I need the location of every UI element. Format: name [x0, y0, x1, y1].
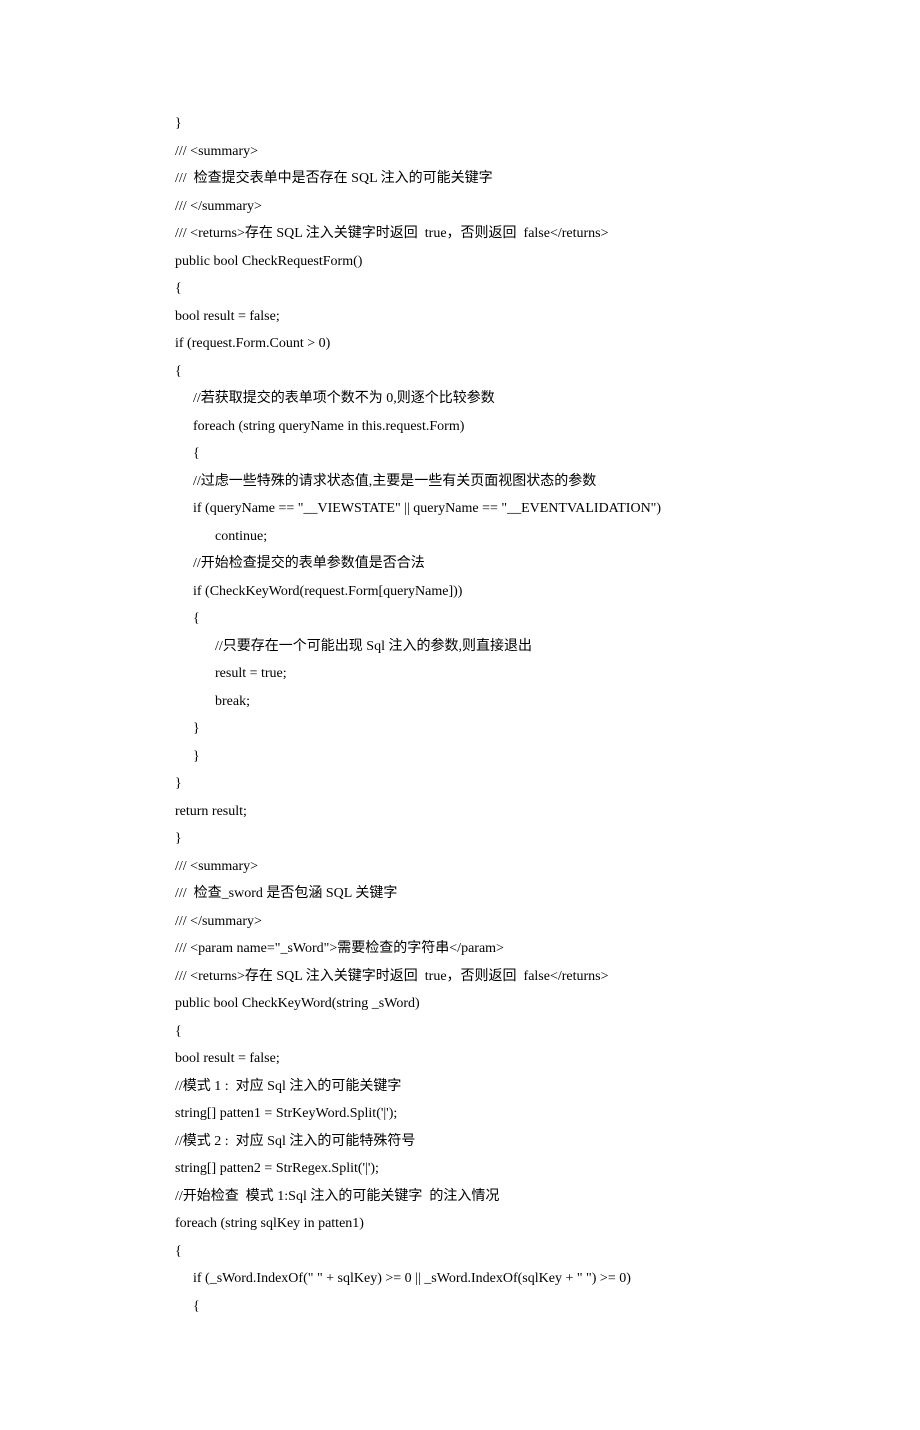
code-line: public bool CheckKeyWord(string _sWord) — [175, 990, 745, 1018]
code-line: /// <summary> — [175, 853, 745, 881]
code-line: /// </summary> — [175, 908, 745, 936]
code-line: bool result = false; — [175, 1045, 745, 1073]
code-line: break; — [175, 688, 745, 716]
code-line: //若获取提交的表单项个数不为 0,则逐个比较参数 — [175, 385, 745, 413]
code-line: result = true; — [175, 660, 745, 688]
code-line: //开始检查 模式 1:Sql 注入的可能关键字 的注入情况 — [175, 1183, 745, 1211]
code-line: //开始检查提交的表单参数值是否合法 — [175, 550, 745, 578]
code-line: { — [175, 605, 745, 633]
code-line: /// <returns>存在 SQL 注入关键字时返回 true，否则返回 f… — [175, 963, 745, 991]
code-line: /// 检查_sword 是否包涵 SQL 关键字 — [175, 880, 745, 908]
code-line: continue; — [175, 523, 745, 551]
code-line: /// 检查提交表单中是否存在 SQL 注入的可能关键字 — [175, 165, 745, 193]
code-line: bool result = false; — [175, 303, 745, 331]
code-line: if (queryName == "__VIEWSTATE" || queryN… — [175, 495, 745, 523]
code-line: if (_sWord.IndexOf(" " + sqlKey) >= 0 ||… — [175, 1265, 745, 1293]
code-line: /// </summary> — [175, 193, 745, 221]
code-line: } — [175, 770, 745, 798]
code-line: //模式 1 : 对应 Sql 注入的可能关键字 — [175, 1073, 745, 1101]
code-line: } — [175, 110, 745, 138]
code-line: string[] patten2 = StrRegex.Split('|'); — [175, 1155, 745, 1183]
code-line: if (CheckKeyWord(request.Form[queryName]… — [175, 578, 745, 606]
code-line: { — [175, 1293, 745, 1321]
code-line: /// <returns>存在 SQL 注入关键字时返回 true，否则返回 f… — [175, 220, 745, 248]
code-line: { — [175, 1018, 745, 1046]
code-line: /// <param name="_sWord">需要检查的字符串</param… — [175, 935, 745, 963]
code-line: foreach (string queryName in this.reques… — [175, 413, 745, 441]
code-line: { — [175, 1238, 745, 1266]
code-line: //只要存在一个可能出现 Sql 注入的参数,则直接退出 — [175, 633, 745, 661]
code-line: string[] patten1 = StrKeyWord.Split('|')… — [175, 1100, 745, 1128]
code-line: return result; — [175, 798, 745, 826]
code-line: //过虑一些特殊的请求状态值,主要是一些有关页面视图状态的参数 — [175, 468, 745, 496]
code-line: } — [175, 715, 745, 743]
code-line: { — [175, 275, 745, 303]
code-line: /// <summary> — [175, 138, 745, 166]
code-page: }/// <summary>/// 检查提交表单中是否存在 SQL 注入的可能关… — [0, 0, 920, 1430]
code-line: } — [175, 743, 745, 771]
code-line: public bool CheckRequestForm() — [175, 248, 745, 276]
code-line: foreach (string sqlKey in patten1) — [175, 1210, 745, 1238]
code-line: //模式 2 : 对应 Sql 注入的可能特殊符号 — [175, 1128, 745, 1156]
code-line: { — [175, 440, 745, 468]
code-line: if (request.Form.Count > 0) — [175, 330, 745, 358]
code-line: } — [175, 825, 745, 853]
code-line: { — [175, 358, 745, 386]
